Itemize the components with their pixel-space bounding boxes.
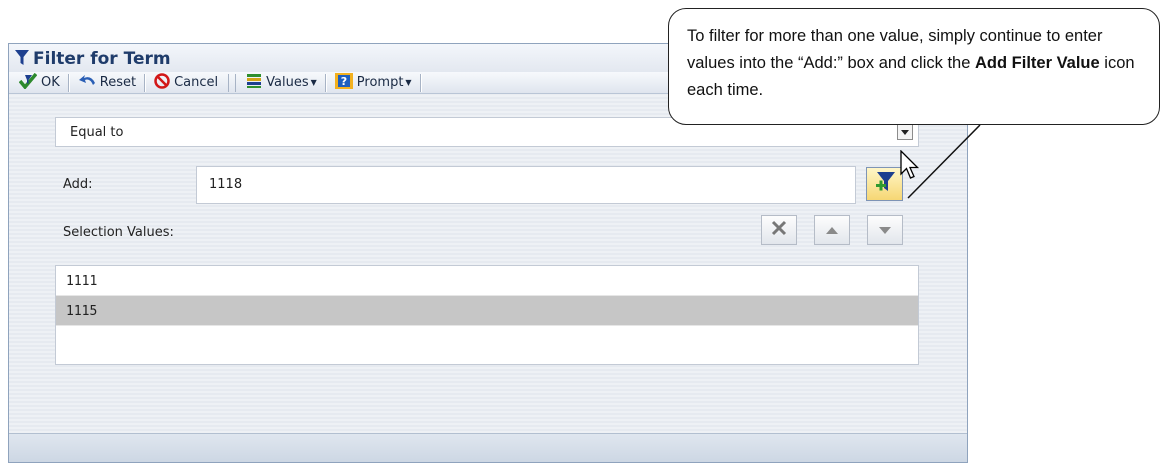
no-entry-icon — [154, 72, 174, 93]
chevron-down-icon: ▼ — [405, 78, 412, 87]
add-label: Add: — [63, 177, 93, 192]
prompt-button[interactable]: ? Prompt ▼ — [329, 72, 418, 93]
reset-label: Reset — [99, 75, 137, 90]
operator-value: Equal to — [70, 125, 124, 140]
callout-text-bold: Add Filter Value — [975, 54, 1100, 72]
instruction-callout: To filter for more than one value, simpl… — [668, 8, 1160, 125]
delete-value-button[interactable] — [761, 215, 797, 245]
add-filter-value-button[interactable] — [866, 167, 903, 201]
mouse-cursor-icon — [900, 149, 922, 187]
reset-arrow-icon — [78, 74, 100, 92]
cancel-button[interactable]: Cancel — [148, 72, 224, 93]
add-value-input[interactable]: 1118 — [196, 166, 856, 204]
selection-values-label: Selection Values: — [63, 225, 174, 240]
toolbar-divider — [228, 73, 237, 92]
dialog-title: Filter for Term — [33, 49, 171, 69]
selection-values-list[interactable]: 1111 1115 — [55, 265, 919, 365]
prompt-label: Prompt — [356, 75, 404, 90]
toolbar-divider — [67, 73, 70, 92]
delete-x-icon — [771, 220, 787, 241]
add-filter-value-icon — [874, 171, 896, 198]
list-item-selected[interactable]: 1115 — [56, 296, 918, 326]
values-label: Values — [266, 75, 309, 90]
filter-funnel-icon — [15, 50, 29, 71]
question-icon: ? — [334, 72, 357, 93]
dialog-footer — [9, 433, 967, 462]
move-up-icon — [826, 221, 838, 239]
values-list-icon — [246, 73, 266, 93]
cancel-label: Cancel — [174, 75, 219, 90]
move-down-button[interactable] — [867, 215, 903, 245]
move-up-button[interactable] — [814, 215, 850, 245]
toolbar-divider — [144, 73, 147, 92]
chevron-down-icon[interactable] — [897, 124, 913, 140]
values-button[interactable]: Values ▼ — [240, 73, 323, 93]
toolbar-divider — [419, 73, 422, 92]
svg-text:?: ? — [341, 75, 347, 88]
ok-button[interactable]: OK — [13, 72, 66, 93]
checkmark-icon — [18, 72, 41, 93]
ok-label: OK — [41, 75, 60, 90]
reset-button[interactable]: Reset — [72, 73, 142, 93]
move-down-icon — [879, 221, 891, 239]
chevron-down-icon: ▼ — [310, 78, 317, 87]
toolbar-divider — [324, 73, 327, 92]
list-item[interactable]: 1111 — [56, 266, 918, 296]
